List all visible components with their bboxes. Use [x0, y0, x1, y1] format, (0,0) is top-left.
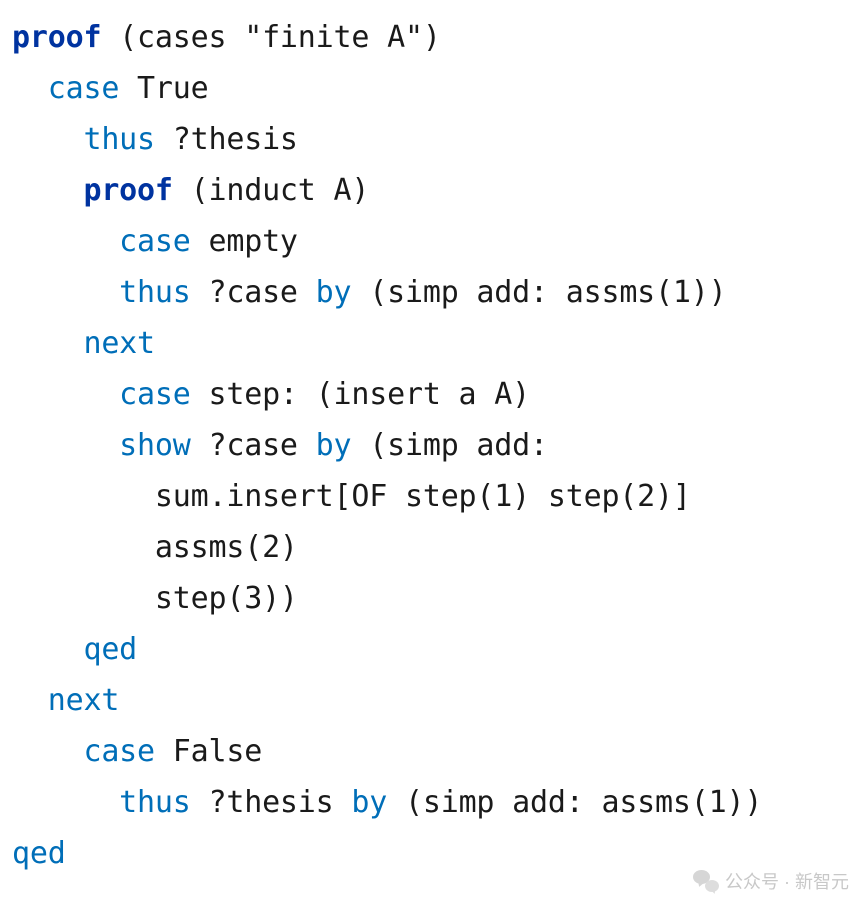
keyword: case [48, 71, 119, 106]
code-line: next [12, 318, 855, 369]
code-line: step(3)) [12, 573, 855, 624]
keyword-proof: proof [83, 173, 172, 208]
code-line: show ?case by (simp add: [12, 420, 855, 471]
code-line: case step: (insert a A) [12, 369, 855, 420]
code-line: qed [12, 624, 855, 675]
keyword-proof: proof [12, 20, 101, 55]
keyword: case [83, 734, 154, 769]
code-line: thus ?thesis by (simp add: assms(1)) [12, 777, 855, 828]
keyword: by [316, 428, 352, 463]
keyword: case [119, 377, 190, 412]
watermark-text: 公众号 · 新智元 [725, 868, 849, 894]
keyword: qed [83, 632, 137, 667]
code-line: proof (induct A) [12, 165, 855, 216]
wechat-icon [693, 870, 719, 892]
code-line: assms(2) [12, 522, 855, 573]
code-line: sum.insert[OF step(1) step(2)] [12, 471, 855, 522]
keyword: next [48, 683, 119, 718]
keyword: case [119, 224, 190, 259]
isabelle-proof-code: proof (cases "finite A") case True thus … [0, 0, 863, 887]
keyword: qed [12, 836, 66, 871]
code-line: thus ?case by (simp add: assms(1)) [12, 267, 855, 318]
keyword: by [316, 275, 352, 310]
code-line: thus ?thesis [12, 114, 855, 165]
keyword: next [83, 326, 154, 361]
code-line: case empty [12, 216, 855, 267]
code-line: case False [12, 726, 855, 777]
keyword: thus [119, 275, 190, 310]
keyword: show [119, 428, 190, 463]
keyword: thus [83, 122, 154, 157]
keyword: by [351, 785, 387, 820]
code-line: case True [12, 63, 855, 114]
code-line: next [12, 675, 855, 726]
watermark: 公众号 · 新智元 [693, 868, 849, 894]
code-line: proof (cases "finite A") [12, 12, 855, 63]
keyword: thus [119, 785, 190, 820]
